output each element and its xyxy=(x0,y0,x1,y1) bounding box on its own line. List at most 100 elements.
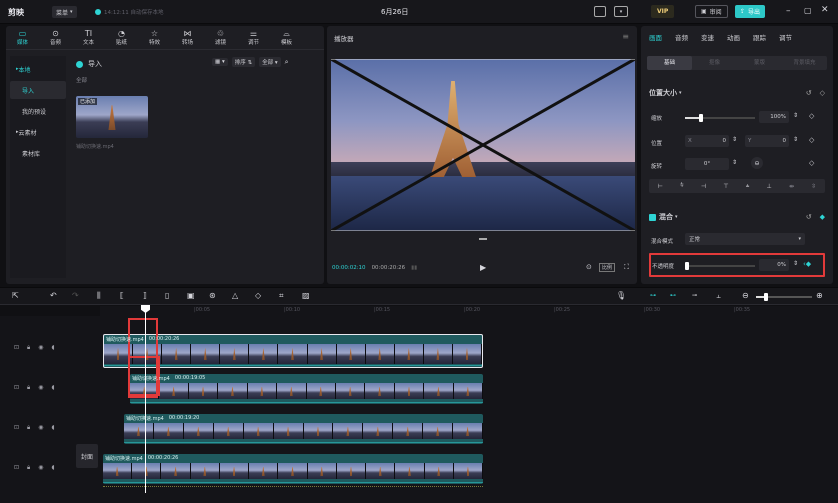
align-bottom-icon[interactable]: ⊥ xyxy=(767,183,772,190)
scale-stepper-icon[interactable]: ⇕ xyxy=(793,112,798,119)
link-magnet-icon[interactable]: ⊷ xyxy=(670,292,676,299)
rotate-input[interactable]: 0° xyxy=(685,158,729,170)
fit-icon[interactable]: ⊙ xyxy=(586,263,592,271)
inspector-tab-4[interactable]: 跟踪 xyxy=(753,32,766,42)
toolbar-item-1[interactable]: ⊙ 音频 xyxy=(39,26,72,50)
flip-v-icon[interactable]: ⇳ xyxy=(811,183,816,190)
rotate-dial-icon[interactable]: ⊖ xyxy=(751,157,763,169)
inspector-subtab-3[interactable]: 背景填充 xyxy=(782,56,827,70)
toolbar-item-2[interactable]: TI 文本 xyxy=(72,26,105,50)
track-settings-icon[interactable]: ⊡ xyxy=(14,464,19,472)
sidebar-item-4[interactable]: 素材库 xyxy=(10,144,66,162)
link-main-icon[interactable]: ⊶ xyxy=(650,292,656,299)
scale-input[interactable]: 100% xyxy=(759,111,789,123)
scale-keyframe-icon[interactable]: ◇ xyxy=(809,112,814,120)
opacity-stepper-icon[interactable]: ⇕ xyxy=(793,260,798,267)
split-right-icon[interactable]: ⟧ xyxy=(143,291,147,300)
export-button[interactable]: ⇪ 导出 xyxy=(735,5,766,18)
split-icon[interactable]: ⫼ xyxy=(97,291,101,301)
lock-icon[interactable]: 🔒︎ xyxy=(27,424,30,432)
microphone-icon[interactable]: 🎙︎ xyxy=(616,291,626,300)
chevron-up-icon[interactable] xyxy=(479,238,487,240)
link-icon[interactable]: ⊸ xyxy=(692,292,697,299)
inspector-subtab-0[interactable]: 基础 xyxy=(647,56,692,70)
blend-mode-select[interactable]: 正常 ▾ xyxy=(685,233,805,245)
align-center-icon[interactable]: ⫩ xyxy=(680,182,683,190)
toolbar-item-5[interactable]: ⋈ 转场 xyxy=(171,26,204,50)
audio-mute-icon[interactable]: ◖ xyxy=(51,384,54,392)
inspector-subtab-2[interactable]: 蒙版 xyxy=(737,56,782,70)
toolbar-item-7[interactable]: ⚌ 调节 xyxy=(237,26,270,50)
eye-icon[interactable]: ◉ xyxy=(38,424,43,432)
ratio-button[interactable]: 比例 xyxy=(599,263,616,272)
sidebar-item-2[interactable]: 我的预设 xyxy=(10,102,66,120)
align-left-icon[interactable]: ⊢ xyxy=(658,183,663,190)
close-icon[interactable]: ✕ xyxy=(821,5,829,15)
rotate-keyframe-icon[interactable]: ◇ xyxy=(809,159,814,167)
menu-button[interactable]: 菜单 ▾ xyxy=(52,6,77,18)
position-x-input[interactable]: X0 xyxy=(685,135,729,147)
inspector-tab-2[interactable]: 变速 xyxy=(701,32,714,42)
play-icon[interactable]: ▶ xyxy=(480,263,486,272)
image-icon[interactable]: ▨ xyxy=(302,291,310,300)
delete-icon[interactable]: ▯ xyxy=(165,291,169,300)
shortcut-icon[interactable]: ▾ xyxy=(614,6,628,17)
toolbar-item-8[interactable]: ⌓ 模板 xyxy=(270,26,303,50)
zoom-out-icon[interactable]: ⊖ xyxy=(742,291,749,300)
align-right-icon[interactable]: ⊣ xyxy=(701,183,706,190)
toolbar-item-4[interactable]: ☆ 特效 xyxy=(138,26,171,50)
inspector-tab-1[interactable]: 音频 xyxy=(675,32,688,42)
vip-button[interactable]: VIP xyxy=(651,5,675,18)
keyframe-icon[interactable]: ◇ xyxy=(820,89,825,97)
lock-icon[interactable]: 🔒︎ xyxy=(27,384,30,392)
timeline-clip[interactable]: 铺助切换速.mp4 00:00:19:05 xyxy=(130,374,483,404)
pos-x-stepper-icon[interactable]: ⇕ xyxy=(732,136,737,143)
layout-icon[interactable] xyxy=(594,6,606,17)
reverse-icon[interactable]: ⊛ xyxy=(209,291,216,300)
player-menu-icon[interactable]: ≡ xyxy=(622,32,629,41)
redo-icon[interactable]: ↷ xyxy=(72,291,79,300)
select-tool-icon[interactable]: ⇱ xyxy=(12,291,19,300)
eye-icon[interactable]: ◉ xyxy=(38,384,43,392)
scale-slider[interactable] xyxy=(685,114,755,122)
media-clip-card[interactable]: 已添加 xyxy=(76,96,148,138)
blend-checkbox[interactable] xyxy=(649,213,656,221)
timeline-ruler[interactable]: |00:05 |00:10 |00:15 |00:20 |00:25 |00:30 |00:… xyxy=(100,306,838,316)
opacity-keyframe-icon[interactable]: ‹◆ xyxy=(803,260,811,268)
zoom-in-icon[interactable]: ⊕ xyxy=(816,291,823,300)
track-settings-icon[interactable]: ⊡ xyxy=(14,384,19,392)
align-top-icon[interactable]: ⊤ xyxy=(723,183,728,190)
maximize-icon[interactable]: ▢ xyxy=(804,6,812,15)
position-y-input[interactable]: Y0 xyxy=(745,135,789,147)
filter-button[interactable]: 全部 ▾ xyxy=(259,57,281,67)
sidebar-item-3[interactable]: ▸ 云素材 xyxy=(10,123,66,141)
position-keyframe-icon[interactable]: ◇ xyxy=(809,136,814,144)
opacity-slider[interactable] xyxy=(685,262,755,270)
pos-y-stepper-icon[interactable]: ⇕ xyxy=(793,136,798,143)
lock-icon[interactable]: 🔒︎ xyxy=(27,464,30,472)
toolbar-item-0[interactable]: ▭ 媒体 xyxy=(6,26,39,50)
freeze-icon[interactable]: ▣ xyxy=(187,291,195,300)
lock-icon[interactable]: 🔒︎ xyxy=(27,344,30,352)
audio-mute-icon[interactable]: ◖ xyxy=(51,424,54,432)
opacity-input[interactable]: 0% xyxy=(759,259,789,271)
sidebar-item-1[interactable]: 导入 xyxy=(10,81,66,99)
inspector-tab-0[interactable]: 画面 xyxy=(649,32,662,42)
inspector-tab-5[interactable]: 调节 xyxy=(779,32,792,42)
fullscreen-icon[interactable]: ⛶ xyxy=(624,263,629,272)
view-toggle-icon[interactable]: ▦ ▾ xyxy=(212,58,228,66)
eye-icon[interactable]: ◉ xyxy=(38,344,43,352)
timeline-clip[interactable]: 铺助切换速.mp4 00:00:19:20 xyxy=(124,414,483,444)
align-middle-icon[interactable]: ⫨ xyxy=(746,182,749,190)
timeline-clip[interactable]: 铺助切换速.mp4 00:00:20:26 xyxy=(103,454,483,484)
cover-button[interactable]: 封面 xyxy=(76,444,98,468)
minimize-icon[interactable]: – xyxy=(786,6,791,16)
sidebar-item-0[interactable]: ▸ 本地 xyxy=(10,60,66,78)
rotate-icon[interactable]: ◇ xyxy=(255,291,261,300)
blend-keyframe-icon[interactable]: ◆ xyxy=(820,213,825,221)
split-left-icon[interactable]: ⟦ xyxy=(120,291,124,300)
inspector-tab-3[interactable]: 动画 xyxy=(727,32,740,42)
crop-icon[interactable]: ⌗ xyxy=(279,291,284,301)
undo-icon[interactable]: ↶ xyxy=(50,291,57,300)
audio-mute-icon[interactable]: ◖ xyxy=(51,344,54,352)
